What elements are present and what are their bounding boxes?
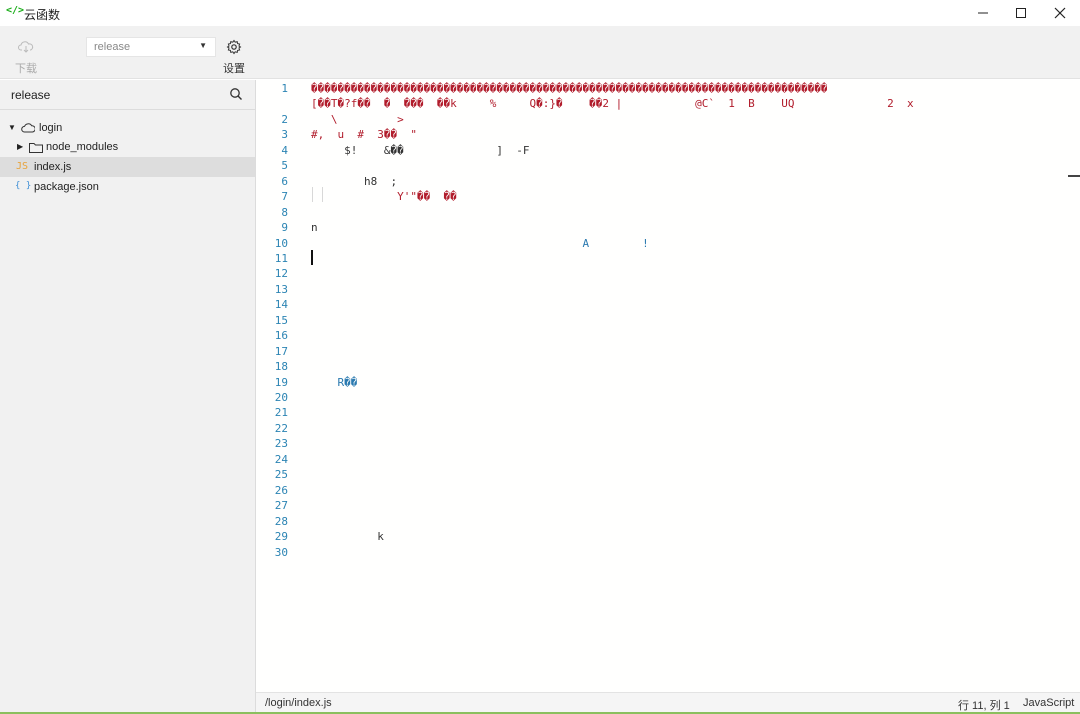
tree-item-label: node_modules [46,141,119,153]
text-cursor [311,250,313,265]
line-number: 9 [281,221,288,235]
minimize-button[interactable] [963,0,1003,26]
maximize-button[interactable] [1001,0,1041,26]
line-number: 25 [274,468,288,482]
line-number: 17 [274,344,288,358]
line-number: 26 [274,483,288,497]
code-line[interactable]: n [311,220,318,235]
line-number: 28 [274,514,288,528]
chevron-down-icon[interactable]: ▼ [8,123,16,132]
line-number: 29 [274,530,288,544]
line-number: 14 [274,298,288,312]
line-number: 15 [274,313,288,327]
maximize-icon [1016,8,1026,18]
line-number: 6 [281,174,288,188]
code-line[interactable]: R�� [311,375,357,390]
code-editor[interactable]: 1 2 3 4 5 6 7 8 9 10 11 12 13 14 15 16 17 18 19 20 21 22 23 24 2… [256,80,1080,692]
toolbar: 下载 release ▼ 设置 [0,26,1080,79]
tree-item-label: index.js [34,161,72,173]
line-number: 22 [274,421,288,435]
line-number: 12 [274,267,288,281]
cloud-icon [21,123,35,133]
download-label: 下载 [15,63,37,75]
tree-item-index-js[interactable]: JS index.js [0,157,255,177]
folder-icon [29,143,43,153]
window-title: 云函数 [24,8,61,22]
line-number: 3 [281,128,288,142]
line-number: 4 [281,143,288,157]
minimize-icon [978,12,988,14]
tree-item-login[interactable]: ▼ login [0,118,255,138]
gear-icon [226,39,242,55]
line-number: 13 [274,282,288,296]
sidebar-search-value: release [11,88,51,102]
environment-select-value: release [94,41,131,53]
scrollbar-marker[interactable] [1068,175,1080,177]
indent-guide [322,187,323,202]
status-bar: /login/index.js 行 11, 列 1 JavaScript [256,692,1080,714]
line-number: 10 [274,236,288,250]
close-button[interactable] [1040,0,1080,26]
code-line[interactable]: $! &�� ] -F [311,143,529,158]
line-number: 30 [274,545,288,559]
dropdown-arrow-icon: ▼ [199,41,207,50]
line-number: 18 [274,360,288,374]
line-number: 16 [274,329,288,343]
line-number: 2 [281,112,288,126]
code-line[interactable]: Y'"�� �� [311,189,457,204]
cursor-position[interactable]: 行 11, 列 1 [958,697,1010,713]
code-line[interactable]: ����������������������������������������… [311,81,828,96]
indent-guide [312,187,313,202]
code-line[interactable]: h8 ; [311,174,397,189]
tree-item-label: login [39,122,63,134]
line-number: 11 [274,251,288,265]
title-bar: </> 云函数 [0,0,1080,26]
line-number: 20 [274,391,288,404]
sidebar-search[interactable]: release [0,80,255,110]
code-line[interactable]: [��T�?f�� � ��� ��k % Q�:}� ��2 | @C` 1 … [311,96,914,111]
download-button[interactable]: 下载 [10,36,42,75]
json-file-icon: { } [15,181,32,191]
tree-item-node-modules[interactable]: ▶ node_modules [0,137,255,157]
line-number: 7 [281,190,288,204]
line-number: 5 [281,159,288,173]
close-icon [1054,7,1066,19]
chevron-right-icon[interactable]: ▶ [17,142,23,151]
sidebar: release ▼ login ▶ node_modules JS index.… [0,80,256,714]
cloud-download-icon [18,41,34,53]
tree-item-package-json[interactable]: { } package.json [0,177,255,197]
js-file-icon: JS [16,161,29,172]
search-icon[interactable] [229,87,243,101]
line-number: 1 [281,82,288,95]
settings-label: 设置 [223,63,245,75]
code-line[interactable]: k [311,529,384,544]
app-code-icon: </> [6,5,25,16]
line-number: 19 [274,375,288,389]
tree-item-label: package.json [34,181,99,193]
language-mode[interactable]: JavaScript [1023,697,1074,709]
file-path: /login/index.js [265,697,332,709]
code-line[interactable]: A ! [311,236,649,251]
line-number: 23 [274,437,288,451]
code-line[interactable]: \ > [311,112,404,127]
line-number: 8 [281,205,288,219]
line-number: 27 [274,499,288,513]
code-line[interactable]: #, u # 3�� " [311,127,417,142]
environment-select[interactable]: release ▼ [86,37,216,57]
line-number: 24 [274,452,288,466]
settings-button[interactable]: 设置 [219,36,249,75]
line-number: 21 [274,406,288,420]
